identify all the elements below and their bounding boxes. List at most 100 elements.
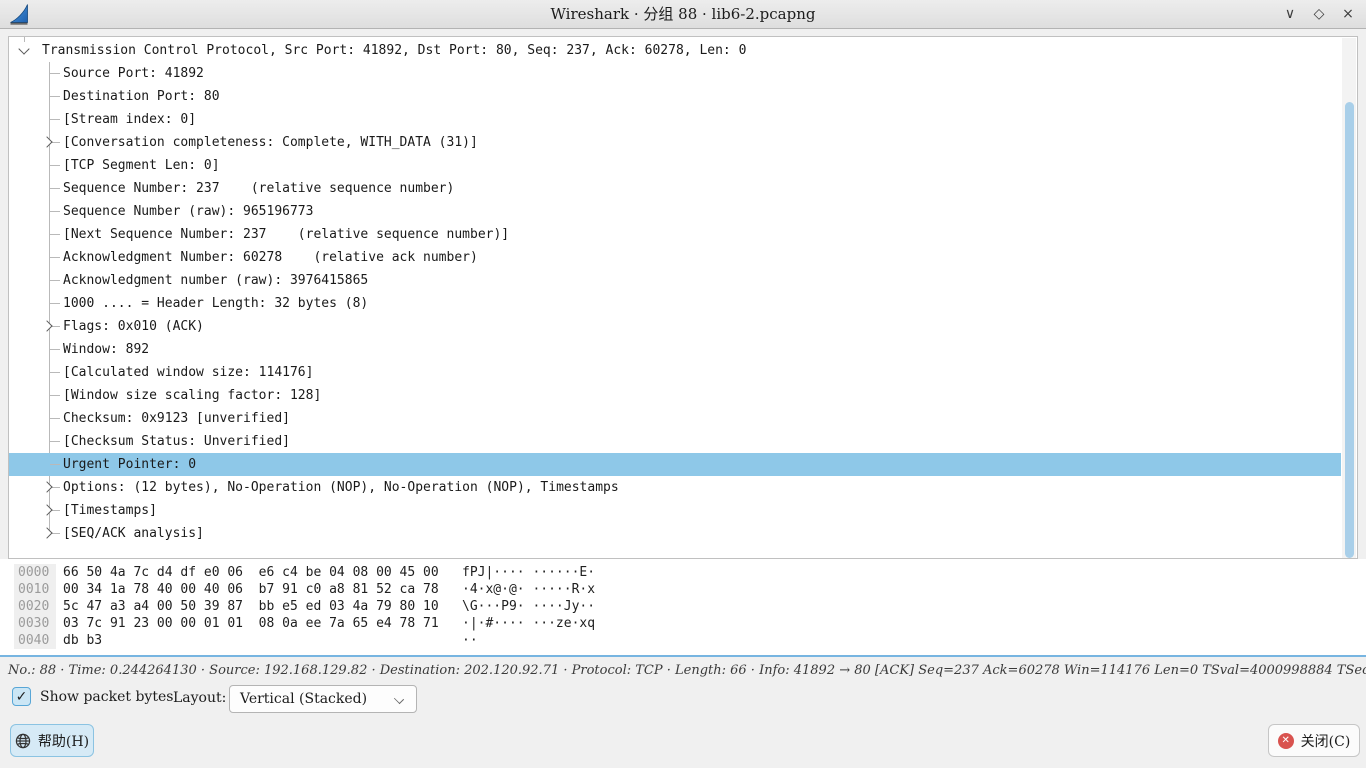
hex-row[interactable]: 0000 66 50 4a 7c d4 df e0 06 e6 c4 be 04 … bbox=[0, 564, 1366, 581]
tree-row-label: Source Port: 41892 bbox=[63, 62, 204, 85]
hex-offset: 0030 bbox=[14, 615, 56, 632]
hex-offset: 0040 bbox=[14, 632, 56, 649]
tree-row[interactable]: Destination Port: 80 bbox=[9, 85, 1341, 108]
tree-row-label: [Checksum Status: Unverified] bbox=[63, 430, 290, 453]
tree-branch-line bbox=[50, 119, 60, 120]
hex-bytes: 03 7c 91 23 00 00 01 01 08 0a ee 7a 65 e… bbox=[63, 615, 439, 632]
hex-ascii: ·· bbox=[462, 632, 478, 649]
tree-branch-line bbox=[50, 303, 60, 304]
hex-offset: 0000 bbox=[14, 564, 56, 581]
tree-branch-line bbox=[50, 464, 60, 465]
tree-branch-line bbox=[50, 165, 60, 166]
tree-row[interactable]: Window: 892 bbox=[9, 338, 1341, 361]
tree-row[interactable]: Acknowledgment number (raw): 3976415865 bbox=[9, 269, 1341, 292]
title-bar: Wireshark · 分组 88 · lib6-2.pcapng ∨ ◇ × bbox=[0, 0, 1366, 29]
layout-dropdown[interactable]: Vertical (Stacked) bbox=[229, 685, 417, 713]
expand-chevron-icon bbox=[41, 527, 52, 538]
show-packet-bytes-label: Show packet bytes bbox=[40, 689, 173, 705]
hex-ascii: \G···P9· ····Jy·· bbox=[462, 598, 595, 615]
maximize-icon[interactable]: ◇ bbox=[1311, 0, 1327, 29]
tree-row-label: [TCP Segment Len: 0] bbox=[63, 154, 220, 177]
tree-branch-line bbox=[50, 73, 60, 74]
tree-row-label: Sequence Number (raw): 965196773 bbox=[63, 200, 313, 223]
help-button-label: 帮助(H) bbox=[38, 731, 89, 751]
tree-row-label: Window: 892 bbox=[63, 338, 149, 361]
close-button[interactable]: ✕ 关闭(C) bbox=[1268, 724, 1360, 757]
tree-row-label: Acknowledgment number (raw): 3976415865 bbox=[63, 269, 368, 292]
hex-row[interactable]: 0040 db b3 ·· bbox=[0, 632, 1366, 649]
pane-separator bbox=[0, 655, 1366, 657]
expand-chevron-icon bbox=[41, 504, 52, 515]
checkbox-check-icon[interactable]: ✓ bbox=[12, 687, 31, 706]
tree-row-label: Flags: 0x010 (ACK) bbox=[63, 315, 204, 338]
tree-branch-line bbox=[50, 441, 60, 442]
tree-row[interactable]: Flags: 0x010 (ACK) bbox=[9, 315, 1341, 338]
tree-row-label: Acknowledgment Number: 60278 (relative a… bbox=[63, 246, 478, 269]
tree-row-label: [Stream index: 0] bbox=[63, 108, 196, 131]
hex-bytes: db b3 bbox=[63, 632, 102, 649]
tree-branch-line bbox=[50, 349, 60, 350]
tree-row-label: Sequence Number: 237 (relative sequence … bbox=[63, 177, 454, 200]
hex-bytes: 00 34 1a 78 40 00 40 06 b7 91 c0 a8 81 5… bbox=[63, 581, 439, 598]
tree-branch-line bbox=[50, 280, 60, 281]
tree-row-label: [Next Sequence Number: 237 (relative seq… bbox=[63, 223, 509, 246]
tree-row[interactable]: Urgent Pointer: 0 bbox=[9, 453, 1341, 476]
expand-chevron-icon bbox=[41, 136, 52, 147]
layout-label: Layout: bbox=[173, 690, 226, 706]
tree-row[interactable]: Checksum: 0x9123 [unverified] bbox=[9, 407, 1341, 430]
hex-ascii: fPJ|···· ······E· bbox=[462, 564, 595, 581]
tree-row-label: Urgent Pointer: 0 bbox=[63, 453, 196, 476]
tree-row[interactable]: [Window size scaling factor: 128] bbox=[9, 384, 1341, 407]
tree-row-label: [Timestamps] bbox=[63, 499, 157, 522]
tree-row[interactable]: Sequence Number (raw): 965196773 bbox=[9, 200, 1341, 223]
tree-row-label: Checksum: 0x9123 [unverified] bbox=[63, 407, 290, 430]
tree-row[interactable]: Source Port: 41892 bbox=[9, 62, 1341, 85]
tree-row[interactable]: [Calculated window size: 114176] bbox=[9, 361, 1341, 384]
help-globe-icon bbox=[15, 733, 31, 749]
layout-dropdown-value: Vertical (Stacked) bbox=[240, 691, 367, 707]
scrollbar-thumb[interactable] bbox=[1345, 102, 1354, 558]
tree-row[interactable]: [Conversation completeness: Complete, WI… bbox=[9, 131, 1341, 154]
tree-row-label: Options: (12 bytes), No-Operation (NOP),… bbox=[63, 476, 619, 499]
hex-offset: 0010 bbox=[14, 581, 56, 598]
tree-row[interactable]: Transmission Control Protocol, Src Port:… bbox=[9, 39, 1341, 62]
close-button-label: 关闭(C) bbox=[1301, 731, 1351, 751]
tree-row[interactable]: Acknowledgment Number: 60278 (relative a… bbox=[9, 246, 1341, 269]
hex-ascii: ·|·#···· ···ze·xq bbox=[462, 615, 595, 632]
tree-rows: Transmission Control Protocol, Src Port:… bbox=[9, 37, 1341, 558]
hex-row[interactable]: 00205c 47 a3 a4 00 50 39 87 bb e5 ed 03 … bbox=[0, 598, 1366, 615]
hex-ascii: ·4·x@·@· ·····R·x bbox=[462, 581, 595, 598]
tree-row[interactable]: [SEQ/ACK analysis] bbox=[9, 522, 1341, 545]
tree-row[interactable]: 1000 .... = Header Length: 32 bytes (8) bbox=[9, 292, 1341, 315]
tree-row[interactable]: [Timestamps] bbox=[9, 499, 1341, 522]
tree-branch-line bbox=[50, 372, 60, 373]
packet-detail-tree: Transmission Control Protocol, Src Port:… bbox=[8, 36, 1358, 559]
dialog-controls: ✓ Show packet bytes Layout: Vertical (St… bbox=[0, 684, 1366, 716]
tree-row[interactable]: [Checksum Status: Unverified] bbox=[9, 430, 1341, 453]
tree-row[interactable]: [Stream index: 0] bbox=[9, 108, 1341, 131]
show-packet-bytes-checkbox[interactable]: ✓ Show packet bytes bbox=[12, 687, 173, 706]
expand-chevron-icon bbox=[18, 43, 29, 54]
hex-offset: 0020 bbox=[14, 598, 56, 615]
close-x-icon: ✕ bbox=[1278, 733, 1294, 749]
hex-row[interactable]: 0010 00 34 1a 78 40 00 40 06 b7 91 c0 a8 … bbox=[0, 581, 1366, 598]
hex-row[interactable]: 0030 03 7c 91 23 00 00 01 01 08 0a ee 7a … bbox=[0, 615, 1366, 632]
chevron-down-icon bbox=[394, 694, 404, 704]
tree-row[interactable]: [Next Sequence Number: 237 (relative seq… bbox=[9, 223, 1341, 246]
tree-branch-line bbox=[50, 188, 60, 189]
minimize-icon[interactable]: ∨ bbox=[1282, 0, 1298, 29]
tree-row-label: [Conversation completeness: Complete, WI… bbox=[63, 131, 478, 154]
tree-branch-line bbox=[50, 257, 60, 258]
tree-row[interactable]: Options: (12 bytes), No-Operation (NOP),… bbox=[9, 476, 1341, 499]
tree-branch-line bbox=[50, 395, 60, 396]
help-button[interactable]: 帮助(H) bbox=[10, 724, 94, 757]
hex-bytes: 66 50 4a 7c d4 df e0 06 e6 c4 be 04 08 0… bbox=[63, 564, 439, 581]
tree-row-label: [SEQ/ACK analysis] bbox=[63, 522, 204, 545]
tree-branch-line bbox=[50, 234, 60, 235]
tree-branch-line bbox=[50, 211, 60, 212]
vertical-scrollbar[interactable] bbox=[1342, 38, 1356, 559]
tree-row[interactable]: Sequence Number: 237 (relative sequence … bbox=[9, 177, 1341, 200]
tree-row-label: Destination Port: 80 bbox=[63, 85, 220, 108]
tree-row[interactable]: [TCP Segment Len: 0] bbox=[9, 154, 1341, 177]
close-window-icon[interactable]: × bbox=[1340, 0, 1356, 29]
